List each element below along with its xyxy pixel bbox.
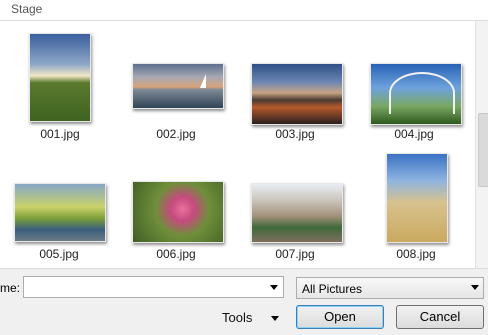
thumbnail-item[interactable]: 005.jpg: [10, 181, 108, 265]
thumbnail-item[interactable]: 008.jpg: [381, 151, 451, 265]
thumbnail-item[interactable]: 001.jpg: [25, 33, 95, 145]
cancel-button[interactable]: Cancel: [396, 305, 484, 329]
thumbnail-image: [370, 63, 462, 125]
chevron-down-icon: [471, 285, 479, 290]
open-button[interactable]: Open: [296, 305, 384, 329]
breadcrumb-bar: Stage: [0, 0, 488, 21]
file-thumbnail-view[interactable]: 001.jpg 002.jpg 003.jpg 004.jpg 005.jpg …: [0, 21, 475, 268]
thumbnail-image: [251, 63, 343, 125]
thumbnail-label: 005.jpg: [39, 247, 79, 261]
sailboat-graphic: [200, 74, 206, 88]
filename-input[interactable]: [23, 276, 284, 298]
thumbnail-item[interactable]: 003.jpg: [247, 61, 343, 145]
bridge-graphic: [389, 72, 455, 114]
thumbnail-item[interactable]: 002.jpg: [128, 61, 224, 145]
file-type-select[interactable]: All Pictures: [296, 277, 484, 299]
thumbnail-label: 001.jpg: [40, 127, 80, 141]
thumbnail-image: [132, 63, 224, 109]
tools-label: Tools: [222, 310, 253, 325]
chevron-down-icon[interactable]: [270, 285, 278, 290]
thumbnail-image: [251, 183, 343, 243]
thumbnail-label: 002.jpg: [156, 127, 196, 141]
chevron-down-icon: [271, 316, 279, 321]
thumbnail-label: 007.jpg: [275, 247, 315, 261]
breadcrumb[interactable]: Stage: [11, 2, 42, 16]
filename-label: me:: [0, 281, 21, 295]
thumbnail-item[interactable]: 006.jpg: [128, 181, 224, 265]
thumbnail-image: [29, 33, 91, 122]
thumbnail-image: [386, 153, 448, 243]
scrollbar-thumb[interactable]: [478, 113, 488, 187]
thumbnail-label: 008.jpg: [396, 247, 436, 261]
thumbnail-label: 003.jpg: [275, 127, 315, 141]
thumbnail-label: 004.jpg: [394, 127, 434, 141]
thumbnail-item[interactable]: 004.jpg: [366, 61, 462, 145]
vertical-scrollbar[interactable]: [475, 21, 488, 268]
tools-button[interactable]: Tools: [214, 306, 284, 329]
thumbnail-image: [14, 183, 106, 242]
file-type-value: All Pictures: [302, 282, 363, 296]
thumbnail-label: 006.jpg: [156, 247, 196, 261]
thumbnail-image: [132, 181, 224, 243]
thumbnail-item[interactable]: 007.jpg: [247, 181, 343, 265]
select-dropdown-button[interactable]: [467, 278, 483, 298]
